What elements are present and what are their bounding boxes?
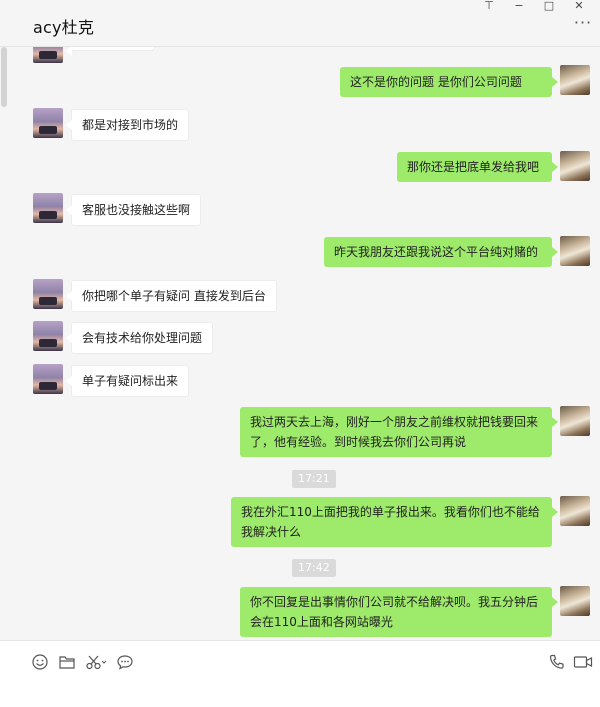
message-bubble-self[interactable]: 昨天我朋友还跟我说这个平台纯对赌的 (324, 237, 558, 267)
self-avatar[interactable] (560, 236, 590, 266)
self-avatar[interactable] (560, 406, 590, 436)
message-bubble-contact[interactable]: 单子有疑问标出来 (65, 365, 190, 397)
window-controls: ⊤ − □ ✕ (474, 0, 594, 13)
message-bubble-self[interactable]: 你不回复是出事情你们公司就不给解决呗。我五分钟后会在110上面和各网站曝光 (240, 587, 558, 637)
minimize-button[interactable]: − (504, 0, 534, 13)
scroll-thumb[interactable] (1, 47, 7, 107)
video-icon[interactable] (573, 653, 593, 671)
self-avatar[interactable] (560, 586, 590, 616)
contact-name: acy杜克 (33, 18, 95, 37)
self-avatar[interactable] (560, 496, 590, 526)
chat-header: acy杜克 ⊤ − □ ✕ ··· (0, 0, 600, 47)
message-bubble-contact[interactable]: 都是对接到市场的 (65, 109, 190, 141)
close-button[interactable]: ✕ (564, 0, 594, 13)
message-bubble-partial (66, 47, 155, 56)
maximize-button[interactable]: □ (534, 0, 564, 13)
timestamp: 17:42 (292, 559, 336, 577)
contact-avatar[interactable] (33, 364, 63, 394)
chat-history-icon[interactable] (116, 653, 134, 671)
timestamp: 17:21 (292, 470, 336, 488)
message-composer[interactable] (0, 640, 600, 707)
self-avatar[interactable] (560, 151, 590, 181)
message-bubble-self[interactable]: 我过两天去上海，刚好一个朋友之前维权就把钱要回来了，他有经验。到时候我去你们公司… (240, 407, 558, 457)
contact-avatar[interactable] (33, 47, 63, 63)
contact-avatar[interactable] (33, 321, 63, 351)
pin-button[interactable]: ⊤ (474, 0, 504, 13)
scrollbar[interactable] (0, 47, 8, 640)
self-avatar[interactable] (560, 65, 590, 95)
emoji-icon[interactable] (31, 653, 49, 671)
message-bubble-self[interactable]: 那你还是把底单发给我吧 (397, 152, 558, 182)
chat-window: acy杜克 ⊤ − □ ✕ ··· 这不是你的问题 是你们公司问题 都是对接到市… (0, 0, 600, 707)
message-bubble-self[interactable]: 这不是你的问题 是你们公司问题 (340, 67, 558, 97)
contact-avatar[interactable] (33, 108, 63, 138)
contact-avatar[interactable] (33, 279, 63, 309)
more-options-button[interactable]: ··· (572, 15, 594, 32)
contact-avatar[interactable] (33, 193, 63, 223)
message-bubble-contact[interactable]: 客服也没接触这些啊 (65, 194, 202, 226)
scissors-icon[interactable] (85, 653, 107, 671)
message-bubble-contact[interactable]: 会有技术给你处理问题 (65, 322, 214, 354)
folder-icon[interactable] (58, 653, 76, 671)
message-bubble-contact[interactable]: 你把哪个单子有疑问 直接发到后台 (66, 280, 277, 312)
message-list[interactable]: 这不是你的问题 是你们公司问题 都是对接到市场的 那你还是把底单发给我吧 客服也… (0, 47, 600, 640)
message-bubble-self[interactable]: 我在外汇110上面把我的单子报出来。我看你们也不能给我解决什么 (231, 497, 558, 547)
phone-icon[interactable] (548, 653, 566, 671)
